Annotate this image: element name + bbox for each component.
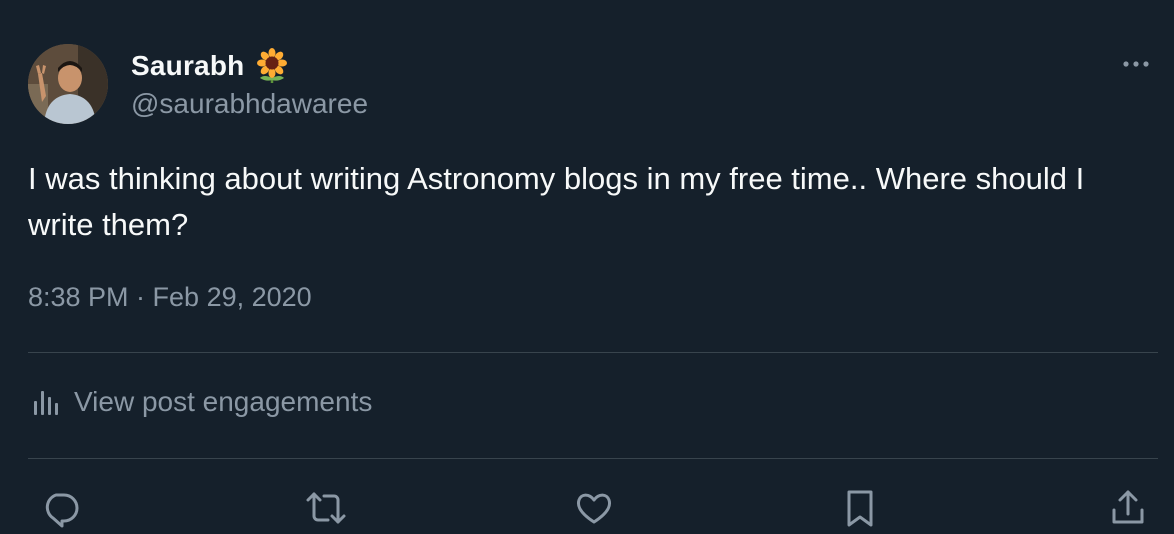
sunflower-emoji-icon xyxy=(257,48,288,83)
avatar-photo xyxy=(28,44,108,124)
share-button[interactable] xyxy=(1106,486,1150,530)
reply-button[interactable] xyxy=(38,486,82,530)
view-engagements-link[interactable]: View post engagements xyxy=(32,386,372,418)
reply-icon xyxy=(45,493,79,528)
heart-icon xyxy=(576,493,612,524)
share-icon xyxy=(1112,490,1144,524)
tweet-timestamp[interactable]: 8:38 PM · Feb 29, 2020 xyxy=(28,282,312,313)
author-handle[interactable]: @saurabhdawaree xyxy=(131,88,368,120)
more-options-button[interactable] xyxy=(1120,50,1152,78)
repost-button[interactable] xyxy=(304,486,348,530)
divider xyxy=(28,352,1158,353)
more-icon xyxy=(1123,61,1149,67)
like-button[interactable] xyxy=(572,486,616,530)
tweet-card: Saurabh @saurabhdawaree I was thinking a… xyxy=(0,0,1174,534)
repost-icon xyxy=(306,492,346,524)
view-engagements-label: View post engagements xyxy=(74,386,373,417)
divider xyxy=(28,458,1158,459)
author-name-row[interactable]: Saurabh xyxy=(131,46,290,86)
author-display-name[interactable]: Saurabh xyxy=(131,50,244,82)
bookmark-icon xyxy=(847,490,873,527)
avatar[interactable] xyxy=(28,44,108,124)
tweet-text: I was thinking about writing Astronomy b… xyxy=(28,161,1085,242)
bar-chart-icon xyxy=(34,391,58,415)
bookmark-button[interactable] xyxy=(838,486,882,530)
